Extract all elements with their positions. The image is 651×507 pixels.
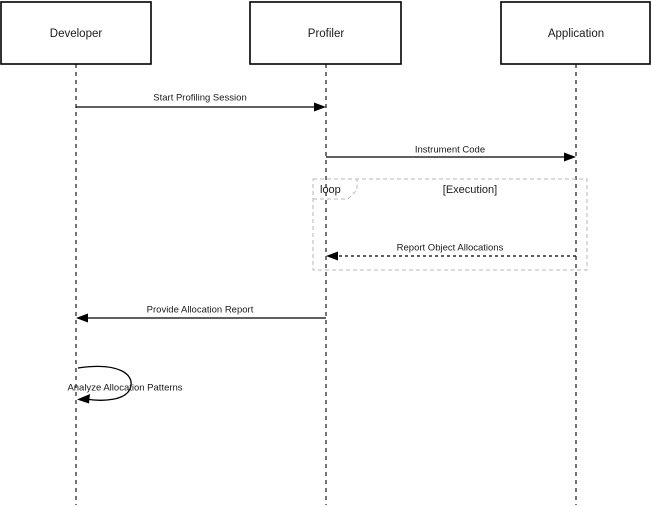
message-label: Report Object Allocations: [397, 243, 504, 254]
message-provide-allocation-report: Provide Allocation Report: [76, 305, 326, 323]
message-label: Start Profiling Session: [153, 93, 246, 104]
self-message-analyze-allocation-patterns: Analyze Allocation Patterns: [67, 365, 183, 404]
arrowhead-right-icon: [564, 152, 576, 162]
arrowhead-left-icon: [76, 313, 88, 323]
arrowhead-left-icon: [77, 394, 90, 404]
arrowhead-right-icon: [314, 102, 326, 112]
participant-developer[interactable]: Developer: [0, 1, 152, 65]
sequence-diagram-svg: loop [Execution] Start Profiling Session…: [0, 1, 651, 505]
sequence-diagram-canvas: loop [Execution] Start Profiling Session…: [0, 0, 651, 507]
participant-label: Profiler: [308, 28, 345, 40]
fragment-operator-label: loop: [320, 184, 341, 196]
fragment-condition-label: [Execution]: [443, 184, 497, 196]
message-label: Instrument Code: [415, 145, 485, 156]
message-instrument-code: Instrument Code: [326, 145, 576, 162]
participant-label: Application: [548, 28, 604, 40]
arrowhead-left-icon: [326, 251, 338, 261]
message-start-profiling-session: Start Profiling Session: [76, 93, 326, 112]
participant-application[interactable]: Application: [500, 1, 651, 65]
message-report-object-allocations: Report Object Allocations: [326, 243, 576, 261]
participant-label: Developer: [50, 28, 103, 40]
self-message-label: Analyze Allocation Patterns: [67, 383, 182, 394]
message-label: Provide Allocation Report: [147, 305, 254, 316]
participant-profiler[interactable]: Profiler: [249, 1, 402, 65]
lifelines-group: [75, 64, 577, 505]
